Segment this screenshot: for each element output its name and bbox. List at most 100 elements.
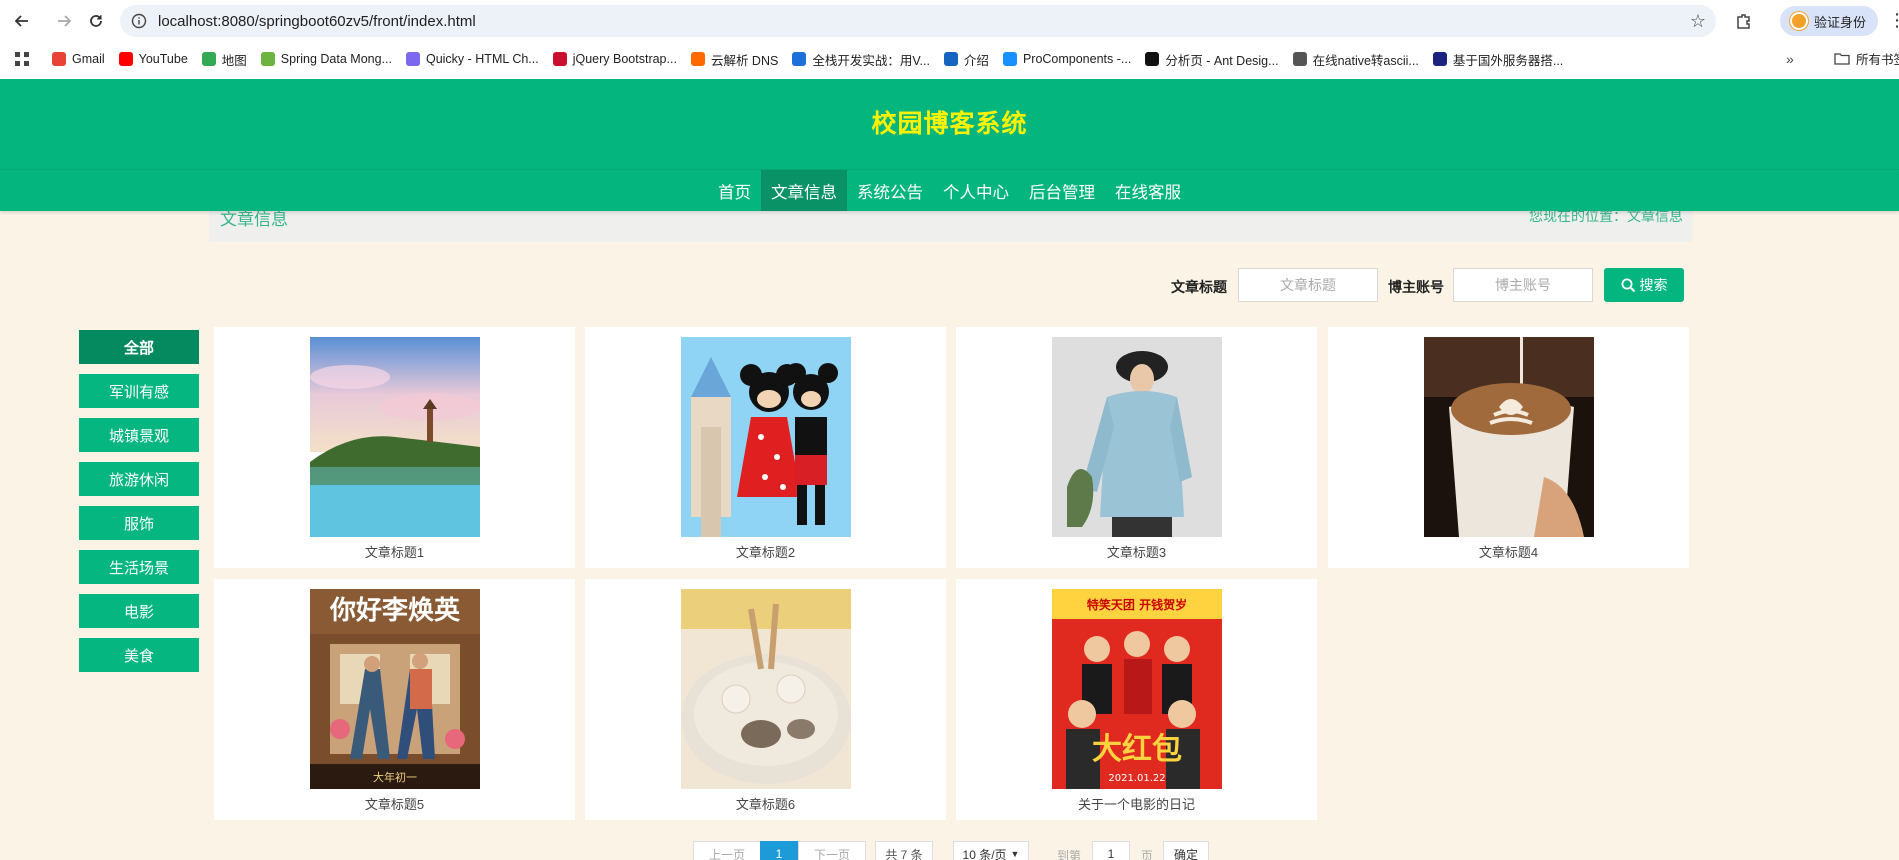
url-text: localhost:8080/springboot60zv5/front/ind…: [158, 12, 476, 30]
next-page-button[interactable]: 下一页: [798, 841, 866, 860]
site-title: 校园博客系统: [871, 110, 1028, 138]
bookmark-item[interactable]: Quicky - HTML Ch...: [405, 50, 539, 69]
main-nav: 首页 文章信息 系统公告 个人中心 后台管理 在线客服: [0, 169, 1899, 211]
reload-icon[interactable]: [81, 6, 111, 36]
lotus-root-soup-image: [681, 589, 851, 789]
page-size-value: 10 条/页: [962, 847, 1007, 860]
bookmarks-bar: Gmail YouTube 地图 Spring Data Mong... Quicky …: [0, 44, 1899, 74]
prev-page-button[interactable]: 上一页: [693, 841, 761, 860]
flag-icon: [1432, 52, 1447, 66]
goto-page-input[interactable]: 1: [1092, 841, 1130, 860]
bookmark-label: 全栈开发实战：用V...: [812, 53, 930, 68]
article-thumbnail[interactable]: [1424, 337, 1594, 537]
browser-menu-icon[interactable]: ⋮: [1888, 10, 1899, 31]
bookmark-label: 地图: [221, 53, 247, 68]
aliyun-icon: [690, 52, 705, 66]
article-title[interactable]: 文章标题4: [1328, 542, 1689, 561]
all-bookmarks-folder[interactable]: 所有书签: [1834, 49, 1899, 68]
article-title[interactable]: 文章标题5: [214, 794, 575, 813]
movie-poster-red-envelope-image: 特笑天团 开钱贺岁大红包 2021.01.22: [1052, 589, 1222, 789]
bookmark-label: Spring Data Mong...: [280, 52, 392, 66]
bookmark-item[interactable]: 分析页 - Ant Desig...: [1145, 50, 1279, 69]
page-size-select[interactable]: 10 条/页 ▼: [953, 841, 1029, 860]
bookmark-item[interactable]: Spring Data Mong...: [260, 50, 392, 69]
article-card[interactable]: 文章标题2: [585, 327, 946, 568]
article-card[interactable]: 文章标题4: [1328, 327, 1689, 568]
page-1-button[interactable]: 1: [760, 841, 798, 860]
category-item[interactable]: 城镇景观: [79, 418, 199, 452]
category-item[interactable]: 全部: [79, 330, 199, 364]
bookmarks-overflow-icon[interactable]: »: [1786, 51, 1794, 67]
gmail-icon: [52, 52, 66, 66]
article-card[interactable]: 你好李焕英 大年初一文章标题5: [214, 579, 575, 820]
nav-home[interactable]: 首页: [708, 170, 761, 211]
nav-admin[interactable]: 后台管理: [1019, 170, 1105, 211]
category-item[interactable]: 服饰: [79, 506, 199, 540]
spring-icon: [260, 52, 275, 66]
nav-support[interactable]: 在线客服: [1105, 170, 1191, 211]
profile-verify-label: 验证身份: [1814, 14, 1867, 30]
bookmark-item[interactable]: jQuery Bootstrap...: [552, 50, 677, 69]
bookmark-label: 分析页 - Ant Desig...: [1165, 53, 1279, 68]
article-title[interactable]: 文章标题6: [585, 794, 946, 813]
bookmark-label: 在线native转ascii...: [1312, 53, 1419, 68]
title-search-input[interactable]: [1238, 268, 1378, 302]
back-icon[interactable]: [7, 6, 37, 36]
total-count: 共 7 条: [875, 841, 933, 860]
title-search-label: 文章标题: [1171, 279, 1227, 295]
article-thumbnail[interactable]: [681, 337, 851, 537]
site-header: 校园博客系统: [0, 79, 1899, 169]
mickey-minnie-castle-image: [681, 337, 851, 537]
apps-grid-icon[interactable]: [0, 52, 44, 66]
article-thumbnail[interactable]: [310, 337, 480, 537]
category-item[interactable]: 旅游休闲: [79, 462, 199, 496]
woman-blue-hoodie-image: [1052, 337, 1222, 537]
article-thumbnail[interactable]: [681, 589, 851, 789]
bookmark-item[interactable]: 在线native转ascii...: [1292, 50, 1419, 69]
bookmark-item[interactable]: ProComponents -...: [1002, 50, 1132, 69]
bookmark-item[interactable]: YouTube: [118, 50, 188, 69]
article-thumbnail[interactable]: [1052, 337, 1222, 537]
article-thumbnail[interactable]: 特笑天团 开钱贺岁 大红包 2021.01.22: [1052, 589, 1222, 789]
nav-profile[interactable]: 个人中心: [933, 170, 1019, 211]
search-button-label: 搜索: [1639, 277, 1668, 293]
address-bar[interactable]: localhost:8080/springboot60zv5/front/ind…: [120, 5, 1716, 37]
article-card[interactable]: 特笑天团 开钱贺岁 大红包 2021.01.22 关于一个电影的日记: [956, 579, 1317, 820]
article-title[interactable]: 文章标题3: [956, 542, 1317, 561]
all-bookmarks-label: 所有书签: [1856, 53, 1899, 67]
article-card[interactable]: 文章标题3: [956, 327, 1317, 568]
category-item[interactable]: 电影: [79, 594, 199, 628]
article-card[interactable]: 文章标题6: [585, 579, 946, 820]
site-info-icon[interactable]: [130, 12, 148, 30]
article-card[interactable]: 文章标题1: [214, 327, 575, 568]
world-icon: [1292, 52, 1307, 66]
bookmark-item[interactable]: 基于国外服务器搭...: [1432, 50, 1563, 69]
bookmark-star-icon[interactable]: ☆: [1690, 11, 1706, 32]
forward-icon[interactable]: [49, 6, 79, 36]
bookmark-item[interactable]: 介绍: [943, 50, 989, 69]
author-search-input[interactable]: [1453, 268, 1593, 302]
procomponents-icon: [1002, 52, 1017, 66]
bookmark-label: 介绍: [963, 53, 989, 68]
article-thumbnail[interactable]: 你好李焕英 大年初一: [310, 589, 480, 789]
bookmark-item[interactable]: 全栈开发实战：用V...: [792, 50, 930, 69]
m-icon: [792, 52, 807, 66]
nav-articles[interactable]: 文章信息: [761, 170, 847, 211]
search-button[interactable]: 搜索: [1604, 268, 1684, 302]
category-item[interactable]: 军训有感: [79, 374, 199, 408]
article-title[interactable]: 关于一个电影的日记: [956, 794, 1317, 813]
extensions-icon[interactable]: [1732, 9, 1756, 33]
article-title[interactable]: 文章标题1: [214, 542, 575, 561]
goto-confirm-button[interactable]: 确定: [1163, 841, 1209, 860]
profile-verify-button[interactable]: 验证身份: [1780, 6, 1878, 36]
article-title[interactable]: 文章标题2: [585, 542, 946, 561]
bookmark-item[interactable]: Gmail: [52, 50, 105, 69]
nav-notices[interactable]: 系统公告: [847, 170, 933, 211]
category-item[interactable]: 美食: [79, 638, 199, 672]
category-item[interactable]: 生活场景: [79, 550, 199, 584]
bookmark-item[interactable]: 地图: [201, 50, 247, 69]
bookmark-item[interactable]: 云解析 DNS: [690, 50, 778, 69]
svg-text:2021.01.22: 2021.01.22: [1108, 773, 1165, 784]
bookmark-label: ProComponents -...: [1022, 52, 1132, 66]
quicky-icon: [405, 52, 420, 66]
